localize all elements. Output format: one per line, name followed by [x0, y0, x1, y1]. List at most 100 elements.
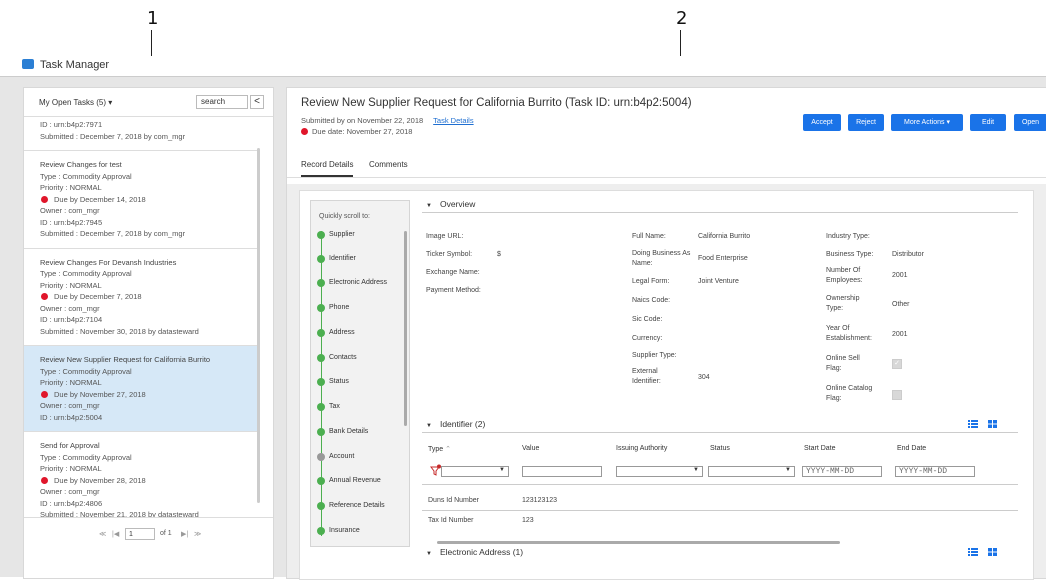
overview-section-header[interactable]: ▼ Overview [426, 199, 475, 209]
value-filter-input[interactable] [522, 466, 602, 477]
section-divider [422, 432, 1018, 433]
nav-item-bank-details[interactable]: Bank Details [317, 428, 369, 436]
issuing-authority-filter-select[interactable]: ▼ [616, 466, 703, 477]
status-dot-icon [317, 403, 325, 411]
overdue-dot-icon [41, 293, 48, 300]
grid-view-icon[interactable] [988, 547, 998, 557]
callout-1: 1 [147, 8, 159, 29]
end-date-filter-input[interactable]: YYYY-MM-DD [895, 466, 975, 477]
more-actions-button[interactable]: More Actions ▾ [891, 114, 963, 131]
prev-page-icon[interactable]: |◀ [112, 530, 119, 538]
nav-item-annual-revenue[interactable]: Annual Revenue [317, 477, 381, 485]
nav-item-supplier[interactable]: Supplier [317, 231, 355, 239]
task-due-date: Due date: November 27, 2018 [301, 127, 412, 136]
column-header-start-date[interactable]: Start Date [804, 445, 836, 452]
search-input[interactable]: search [196, 95, 248, 109]
task-detail-panel: Review New Supplier Request for Californ… [286, 87, 1046, 580]
column-header-status[interactable]: Status [710, 445, 730, 452]
status-dot-icon [317, 428, 325, 436]
status-filter-select[interactable]: ▼ [708, 466, 795, 477]
reject-button[interactable]: Reject [848, 114, 884, 131]
header-label: Type [428, 446, 444, 453]
collapse-triangle-icon: ▼ [426, 423, 432, 429]
next-page-icon[interactable]: ▶| [181, 530, 188, 538]
task-item[interactable]: Send for Approval Type : Commodity Appro… [24, 432, 258, 517]
first-page-icon[interactable]: ≪ [99, 530, 106, 538]
section-divider [422, 212, 1018, 213]
collapse-panel-button[interactable]: < [250, 95, 264, 109]
nav-item-identifier[interactable]: Identifier [317, 255, 356, 263]
field-value: Other [892, 301, 910, 308]
nav-item-contacts[interactable]: Contacts [317, 354, 357, 362]
list-view-icon[interactable] [968, 547, 978, 557]
page-number-input[interactable]: 1 [125, 528, 155, 540]
field-value: 2001 [892, 272, 908, 279]
task-title: Review Changes for test [40, 160, 122, 169]
last-page-icon[interactable]: ≫ [194, 530, 201, 538]
field-value: Food Enterprise [698, 255, 748, 262]
task-owner: Owner : com_mgr [40, 206, 100, 215]
electronic-address-section-header[interactable]: ▼ Electronic Address (1) [426, 547, 523, 557]
table-divider [422, 484, 1018, 485]
nav-item-status[interactable]: Status [317, 378, 349, 386]
task-due-text: Due by December 7, 2018 [54, 292, 142, 301]
nav-item-electronic-address[interactable]: Electronic Address [317, 279, 387, 287]
status-dot-icon [317, 255, 325, 263]
nav-label: Insurance [329, 527, 360, 534]
tab-divider [287, 177, 1046, 178]
task-item-selected[interactable]: Review New Supplier Request for Californ… [24, 346, 258, 432]
field-label: Online Sell Flag: [826, 355, 860, 372]
task-list-header: My Open Tasks (5) ▾ search < [24, 88, 273, 117]
edit-button[interactable]: Edit [970, 114, 1006, 131]
grid-view-icon[interactable] [988, 419, 998, 429]
field-label: Full Name: [632, 233, 666, 240]
task-item[interactable]: ID : urn:b4p2:7971 Submitted : December … [24, 117, 258, 151]
column-header-issuing-authority[interactable]: Issuing Authority [616, 445, 667, 452]
nav-item-phone[interactable]: Phone [317, 304, 349, 312]
task-title: Review Changes For Devansh Industries [40, 257, 177, 267]
task-item[interactable]: Review Changes for test Type : Commodity… [24, 151, 258, 249]
tab-record-details[interactable]: Record Details [301, 160, 354, 177]
nav-item-reference-details[interactable]: Reference Details [317, 502, 385, 510]
pagination: ≪ |◀ 1 of 1 ▶| ≫ [24, 517, 273, 550]
task-submitted: Submitted : December 7, 2018 by com_mgr [40, 229, 186, 238]
open-button[interactable]: Open [1014, 114, 1046, 131]
task-type: Type : Commodity Approval [40, 171, 132, 181]
type-filter-select[interactable]: ▼ [441, 466, 509, 477]
task-submitted: Submitted : November 21, 2018 by dataste… [40, 510, 199, 517]
task-list-scrollbar[interactable] [257, 148, 260, 503]
identifier-value-cell: 123123123 [522, 497, 558, 504]
nav-label: Bank Details [329, 428, 369, 435]
nav-item-insurance[interactable]: Insurance [317, 527, 360, 535]
column-header-type[interactable]: Type ⌃ [428, 445, 451, 453]
nav-label: Tax [329, 403, 340, 410]
task-id: ID : urn:b4p2:7971 [40, 120, 103, 129]
task-id: ID : urn:b4p2:5004 [40, 412, 103, 422]
table-horizontal-scrollbar[interactable] [437, 541, 840, 544]
field-label: Supplier Type: [632, 352, 677, 359]
status-dot-icon [317, 453, 325, 461]
my-open-tasks-dropdown[interactable]: My Open Tasks (5) ▾ [39, 98, 112, 107]
start-date-filter-input[interactable]: YYYY-MM-DD [802, 466, 882, 477]
identifier-section-header[interactable]: ▼ Identifier (2) [426, 419, 485, 429]
online-sell-checkbox[interactable]: ✓ [892, 359, 902, 369]
task-priority: Priority : NORMAL [40, 378, 102, 387]
task-owner: Owner : com_mgr [40, 401, 100, 410]
task-owner: Owner : com_mgr [40, 487, 100, 496]
nav-item-tax[interactable]: Tax [317, 403, 340, 411]
task-due-text: Due by December 14, 2018 [54, 194, 146, 204]
tab-comments[interactable]: Comments [369, 160, 408, 169]
field-value: California Burrito [698, 233, 751, 240]
column-header-end-date[interactable]: End Date [897, 445, 926, 452]
accept-button[interactable]: Accept [803, 114, 841, 131]
task-item[interactable]: Review Changes For Devansh Industries Ty… [24, 249, 258, 346]
list-view-icon[interactable] [968, 419, 978, 429]
task-details-link[interactable]: Task Details [433, 116, 473, 125]
field-label: Ticker Symbol: [426, 251, 473, 258]
nav-item-account[interactable]: Account [317, 453, 354, 461]
online-catalog-checkbox[interactable] [892, 390, 902, 400]
nav-item-address[interactable]: Address [317, 329, 355, 337]
column-header-value[interactable]: Value [522, 445, 539, 452]
nav-scrollbar[interactable] [404, 231, 407, 426]
field-label: Number Of Employees: [826, 267, 863, 284]
